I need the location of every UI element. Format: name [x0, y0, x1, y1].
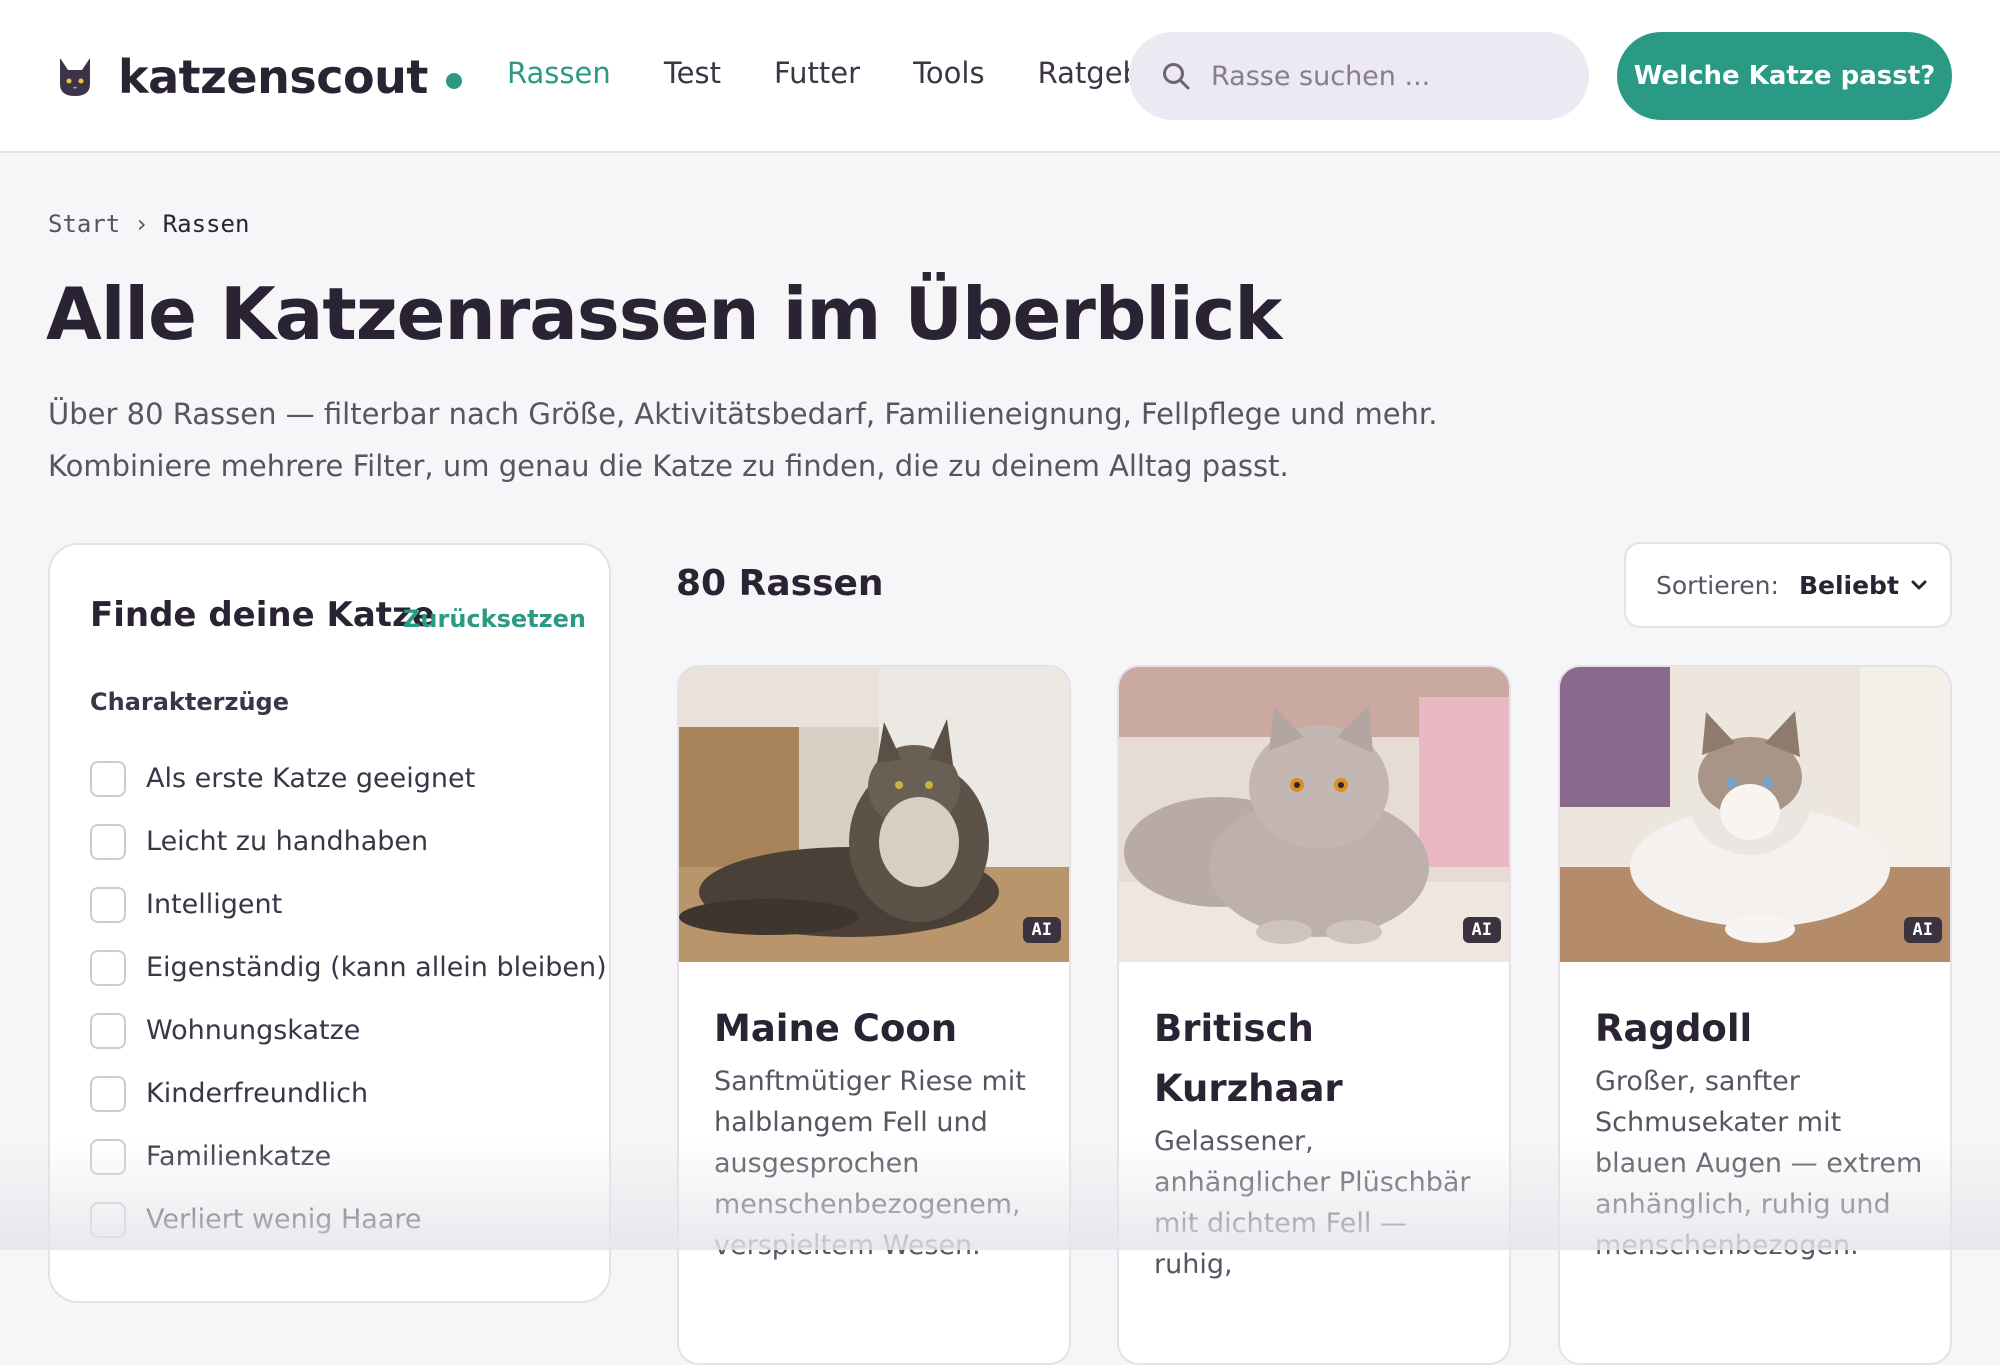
filter-option[interactable]: Wohnungskatze [90, 999, 607, 1062]
nav-tools[interactable]: Tools [913, 56, 984, 90]
cat-photo [1560, 667, 1950, 962]
ai-badge: AI [1022, 917, 1061, 943]
filter-option[interactable]: Verliert wenig Haare [90, 1188, 607, 1251]
ai-badge: AI [1903, 917, 1942, 943]
sort-value: Beliebt [1798, 570, 1899, 600]
intro-text: Über 80 Rassen — filterbar nach Größe, A… [48, 397, 1438, 483]
breadcrumb-start[interactable]: Start [48, 210, 120, 238]
filter-option[interactable]: Intelligent [90, 873, 607, 936]
checkbox[interactable] [90, 1138, 126, 1175]
filter-option[interactable]: Leicht zu handhaben [90, 810, 607, 873]
filter-option-label: Als erste Katze geeignet [146, 763, 476, 794]
breed-name[interactable]: Ragdoll [1595, 999, 1925, 1059]
checkbox[interactable] [90, 1075, 126, 1112]
logo[interactable]: katzenscout [56, 50, 462, 104]
nav-futter[interactable]: Futter [774, 56, 860, 90]
nav-ratgeber[interactable]: Ratgeber [1038, 56, 1129, 90]
search-icon [1163, 63, 1190, 90]
nav-test[interactable]: Test [664, 56, 721, 90]
filter-group-title: Charakterzüge [90, 688, 289, 716]
breed-card-maine-coon[interactable]: AI Maine Coon Sanftmütiger Riese mit hal… [677, 665, 1071, 1365]
breed-card-britisch-kurzhaar[interactable]: AI Britisch Kurzhaar Gelassener, anhängl… [1117, 665, 1511, 1365]
checkbox[interactable] [90, 1012, 126, 1049]
filter-options: Als erste Katze geeignet Leicht zu handh… [90, 747, 607, 1251]
filter-option-label: Verliert wenig Haare [146, 1204, 422, 1235]
chevron-down-icon [1911, 580, 1927, 590]
checkbox[interactable] [90, 760, 126, 797]
cat-face-icon [60, 58, 90, 96]
search-box[interactable] [1129, 32, 1589, 120]
breed-image: AI [1560, 667, 1950, 962]
breed-card-ragdoll[interactable]: AI Ragdoll Großer, sanfter Schmusekater … [1558, 665, 1952, 1365]
filter-option-label: Kinderfreundlich [146, 1078, 369, 1109]
breadcrumb: Start › Rassen [48, 210, 249, 238]
filter-option-label: Familienkatze [146, 1141, 332, 1172]
logo-text: katzenscout [118, 50, 428, 104]
filter-option[interactable]: Als erste Katze geeignet [90, 747, 607, 810]
breadcrumb-separator: › [134, 210, 149, 238]
breed-description: Großer, sanfter Schmusekater mit blauen … [1595, 1066, 1923, 1261]
breed-image: AI [1119, 667, 1509, 962]
sort-label: Sortieren: [1656, 570, 1779, 600]
sort-dropdown[interactable]: Sortieren: Beliebt [1624, 542, 1952, 628]
filter-option-label: Eigenständig (kann allein bleiben) [146, 952, 607, 983]
filter-option-label: Wohnungskatze [146, 1015, 361, 1046]
filter-panel: Finde deine Katze Zurücksetzen Charakter… [48, 543, 611, 1303]
checkbox[interactable] [90, 1201, 126, 1238]
page-title: Alle Katzenrassen im Überblick [46, 272, 1282, 356]
nav-rassen[interactable]: Rassen [507, 56, 611, 90]
results-count: 80 Rassen [676, 563, 884, 604]
filter-option[interactable]: Familienkatze [90, 1125, 607, 1188]
checkbox[interactable] [90, 949, 126, 986]
filter-option-label: Intelligent [146, 889, 283, 920]
checkbox[interactable] [90, 886, 126, 923]
breed-description: Sanftmütiger Riese mit halblangem Fell u… [714, 1066, 1026, 1261]
logo-dot [445, 73, 462, 89]
ai-badge: AI [1462, 917, 1501, 943]
cat-photo [679, 667, 1069, 962]
search-input[interactable] [1211, 60, 1561, 92]
reset-button[interactable]: Zurücksetzen [403, 605, 586, 633]
site-header: katzenscout Rassen Test Futter Tools Rat… [0, 0, 2000, 153]
breed-description: Gelassener, anhänglicher Plüschbär mit d… [1154, 1126, 1471, 1280]
breed-name[interactable]: Maine Coon [714, 999, 1044, 1059]
filter-option[interactable]: Eigenständig (kann allein bleiben) [90, 936, 607, 999]
checkbox[interactable] [90, 823, 126, 860]
filter-option[interactable]: Kinderfreundlich [90, 1062, 607, 1125]
breed-image: AI [679, 667, 1069, 962]
filter-option-label: Leicht zu handhaben [146, 826, 429, 857]
breed-name[interactable]: Britisch Kurzhaar [1154, 999, 1484, 1119]
cta-button[interactable]: Welche Katze passt? [1617, 32, 1952, 120]
filter-title: Finde deine Katze [90, 595, 435, 635]
breadcrumb-current: Rassen [162, 210, 250, 238]
main-nav: Rassen Test Futter Tools Ratgeber [507, 56, 1129, 96]
cat-photo [1119, 667, 1509, 962]
